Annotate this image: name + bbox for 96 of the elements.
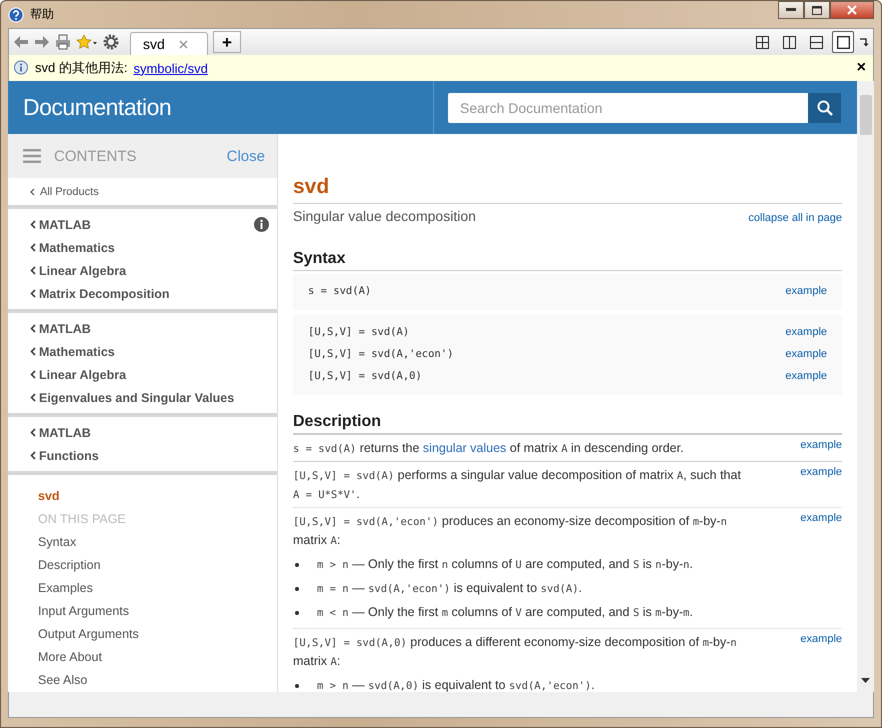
settings-icon[interactable] <box>103 34 119 50</box>
example-link[interactable]: example <box>785 326 827 338</box>
forward-icon[interactable] <box>34 35 50 49</box>
scrollbar-thumb[interactable] <box>860 95 872 135</box>
section-heading: Syntax <box>293 250 842 271</box>
singular-values-link[interactable]: singular values <box>422 441 506 455</box>
chevron-icon <box>30 324 36 333</box>
dock-arrow-icon[interactable] <box>859 37 869 47</box>
chevron-icon <box>30 243 36 252</box>
section-heading: ON THIS PAGE <box>38 511 126 528</box>
bullet-text: m < n — Only the first m columns of V are computed, and S is m-by-m. <box>317 604 693 621</box>
breadcrumb-link[interactable]: Linear Algebra <box>30 264 126 278</box>
breadcrumb-link[interactable]: MATLAB <box>30 426 91 440</box>
chevron-icon <box>30 188 35 196</box>
close-button[interactable] <box>830 1 874 19</box>
toc-link[interactable]: Output Arguments <box>38 623 139 646</box>
example-link[interactable]: example <box>800 439 842 451</box>
breadcrumb-link[interactable]: MATLAB <box>30 322 91 336</box>
minimize-icon <box>786 8 796 12</box>
syntax-code: s = svd(A) <box>308 285 372 297</box>
info-icon <box>13 60 29 76</box>
back-icon[interactable] <box>13 35 29 49</box>
bullet-icon <box>295 684 299 688</box>
breadcrumb-link[interactable]: Matrix Decomposition <box>30 286 170 300</box>
search-icon <box>816 100 832 116</box>
example-link[interactable]: example <box>800 466 842 478</box>
alternate-usage-link[interactable]: symbolic/svd <box>133 60 208 76</box>
star-icon[interactable] <box>76 34 98 50</box>
layout-icon <box>810 36 822 48</box>
example-link[interactable]: example <box>800 512 842 524</box>
syntax-code: [U,S,V] = svd(A) <box>308 326 410 338</box>
print-icon[interactable] <box>55 34 71 50</box>
example-link[interactable]: example <box>785 285 827 297</box>
close-button[interactable]: × <box>854 59 869 77</box>
collapse-all-link[interactable]: collapse all in page <box>748 212 842 224</box>
description-text: [U,S,V] = svd(A) performs a singular value decomposition of matrix A, such that A = U*S*V'. <box>293 467 742 503</box>
breadcrumb-link[interactable]: Mathematics <box>30 240 115 254</box>
toc-link[interactable]: Examples <box>38 577 93 600</box>
scrollbar[interactable] <box>857 81 874 692</box>
maximize-icon <box>812 6 822 14</box>
toc-link[interactable]: Description <box>38 554 101 577</box>
layout-icon <box>782 36 796 48</box>
bullet-text: m > n — Only the first n columns of U are computed, and S is n-by-n. <box>317 556 693 573</box>
bullet-text: m > n — svd(A,0) is equivalent to svd(A,'econ'). <box>317 677 595 692</box>
syntax-code: [U,S,V] = svd(A,'econ') <box>308 348 454 360</box>
example-link[interactable]: example <box>785 348 827 360</box>
description-text: [U,S,V] = svd(A,'econ') produces an economy-size decomposition of m-by-n matrix A: <box>293 513 728 549</box>
page-subtitle: Singular value decomposition <box>293 208 476 224</box>
bullet-icon <box>295 586 299 590</box>
bullet-icon <box>295 610 299 614</box>
chevron-icon <box>30 393 36 402</box>
breadcrumb-link[interactable]: Functions <box>30 448 99 462</box>
description-text: s = svd(A) returns the singular values of matrix A in descending order. <box>293 440 684 457</box>
new-tab-button[interactable]: + <box>213 31 241 53</box>
window-title: 帮助 <box>30 6 54 23</box>
current-page-item[interactable]: svd <box>38 485 60 508</box>
example-link[interactable]: example <box>785 370 827 382</box>
close-icon <box>847 5 857 15</box>
search-button[interactable] <box>808 92 841 122</box>
chevron-icon <box>30 370 36 379</box>
example-link[interactable]: example <box>800 633 842 645</box>
layout-button[interactable] <box>832 31 854 53</box>
layout-icon <box>836 36 850 48</box>
breadcrumb-link[interactable]: Mathematics <box>30 344 115 358</box>
scroll-down-icon[interactable] <box>861 678 870 684</box>
breadcrumb-link[interactable]: Linear Algebra <box>30 368 126 382</box>
contents-label: CONTENTS <box>54 148 136 164</box>
breadcrumb-link[interactable]: MATLAB <box>30 218 91 232</box>
info-message: svd 的其他用法: <box>35 59 128 77</box>
toc-link[interactable]: Syntax <box>38 531 76 554</box>
section-heading: Description <box>293 413 842 434</box>
search-field[interactable]: Search Documentation <box>448 92 808 122</box>
page-title: svd <box>293 175 842 204</box>
info-icon[interactable] <box>254 217 269 232</box>
layout-icon <box>756 36 768 48</box>
chevron-icon <box>30 451 36 460</box>
syntax-code: [U,S,V] = svd(A,0) <box>308 370 422 382</box>
help-icon <box>8 6 24 22</box>
description-text: [U,S,V] = svd(A,0) produces a different economy-size decomposition of m-by-n matrix A: <box>293 634 738 670</box>
close-icon[interactable] <box>178 40 188 48</box>
chevron-icon <box>30 289 36 298</box>
chevron-icon <box>30 266 36 275</box>
toc-link[interactable]: Input Arguments <box>38 600 130 623</box>
chevron-icon <box>30 347 36 356</box>
bullet-text: m = n — svd(A,'econ') is equivalent to svd(A). <box>317 580 582 597</box>
toc-link[interactable]: See Also <box>38 669 88 692</box>
maximize-button[interactable] <box>804 1 830 19</box>
chevron-icon <box>30 428 36 437</box>
bullet-icon <box>295 562 299 566</box>
minimize-button[interactable] <box>778 1 804 19</box>
toc-link[interactable]: More About <box>38 646 102 669</box>
all-products-link[interactable]: All Products <box>8 178 277 209</box>
browser-tab[interactable]: svd <box>130 32 208 55</box>
breadcrumb-link[interactable]: Eigenvalues and Singular Values <box>30 390 234 404</box>
chevron-icon <box>30 220 36 229</box>
documentation-title: Documentation <box>22 94 172 121</box>
